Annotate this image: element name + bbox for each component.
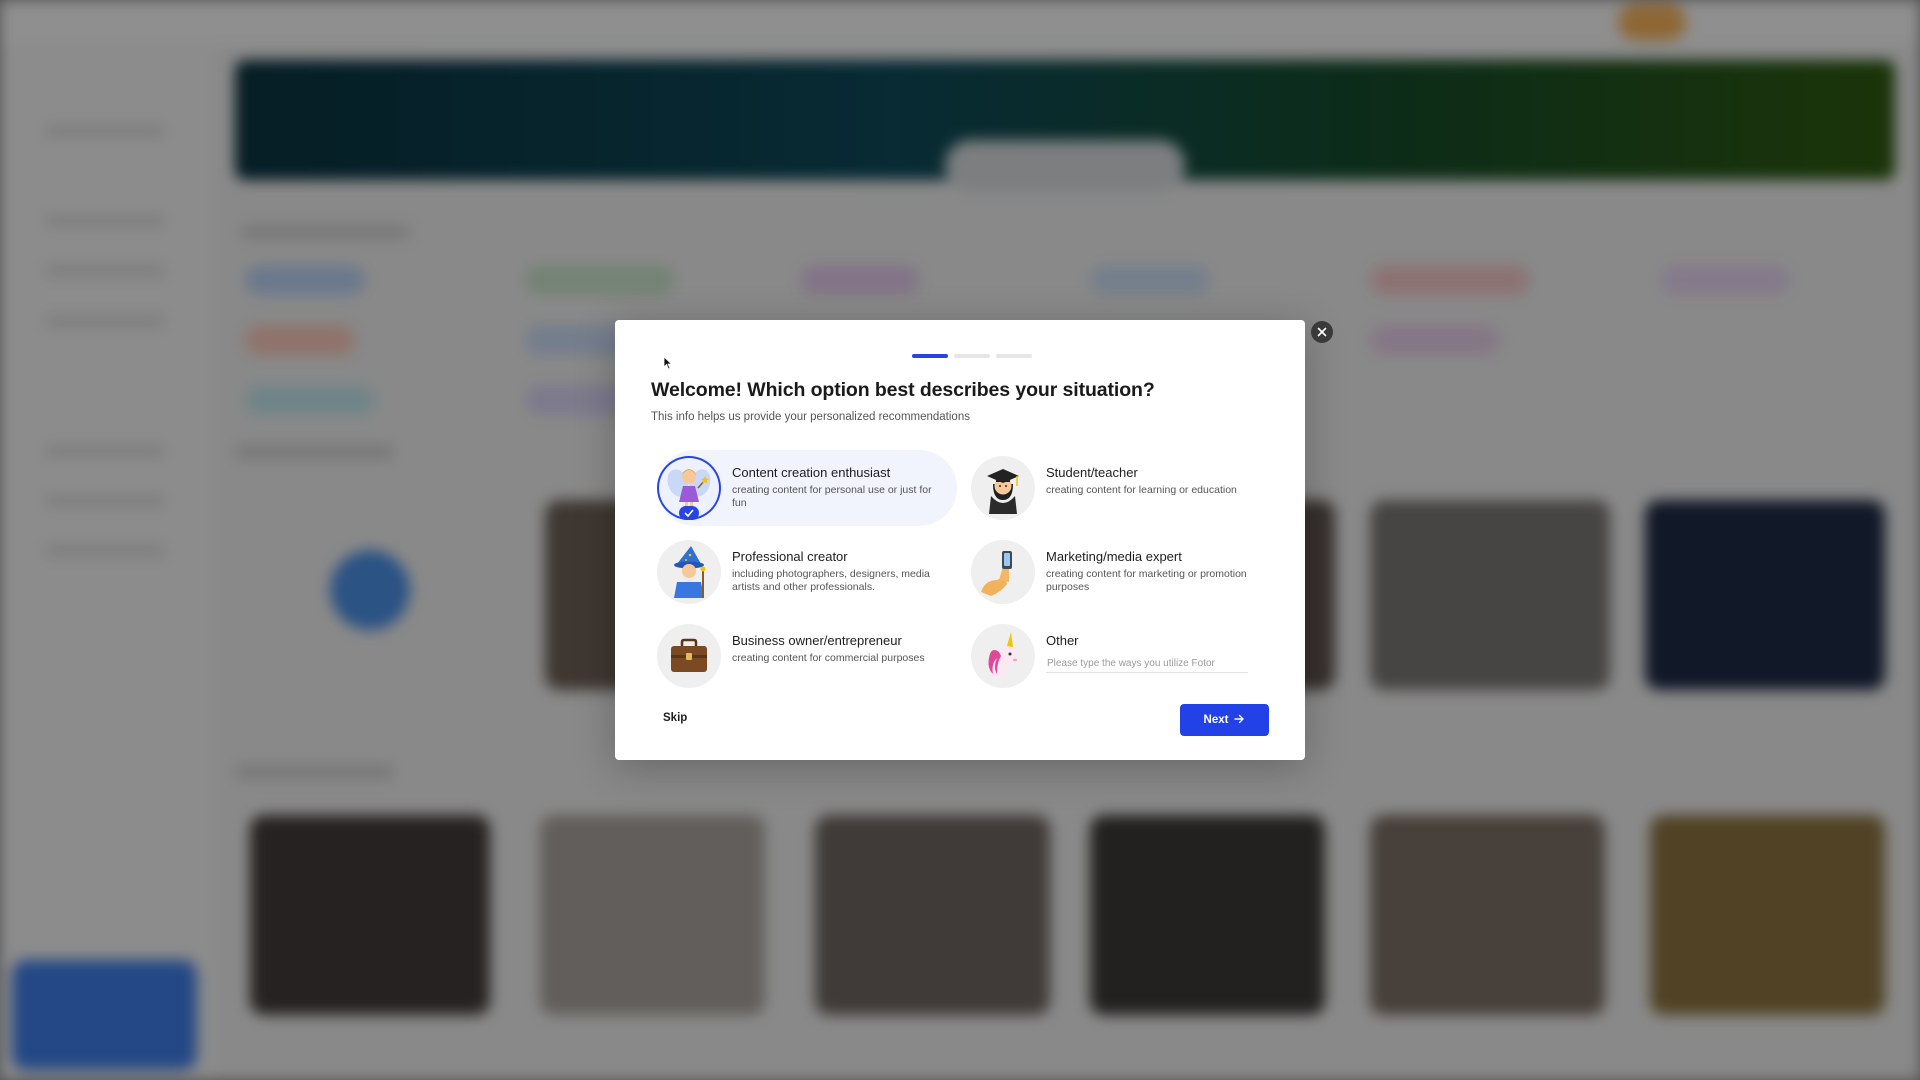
student-icon <box>971 456 1035 520</box>
progress-step-3 <box>996 354 1032 358</box>
mouse-cursor-icon <box>663 356 673 370</box>
next-button[interactable]: Next <box>1180 704 1269 736</box>
option-title: Other <box>1046 633 1079 648</box>
option-description: including photographers, designers, medi… <box>732 568 930 593</box>
option-business-owner[interactable]: Business owner/entrepreneur creating con… <box>657 618 957 694</box>
option-title: Marketing/media expert <box>1046 549 1182 564</box>
selected-check-icon <box>679 506 699 520</box>
next-button-label: Next <box>1203 714 1229 726</box>
modal-subtitle: This info helps us provide your personal… <box>651 411 970 423</box>
onboarding-modal: Welcome! Which option best describes you… <box>615 320 1305 760</box>
option-other[interactable]: Other <box>971 618 1271 694</box>
option-title: Business owner/entrepreneur <box>732 633 902 648</box>
option-professional-creator[interactable]: Professional creator including photograp… <box>657 534 957 610</box>
close-modal-button[interactable] <box>1311 321 1333 343</box>
unicorn-icon <box>971 624 1035 688</box>
option-title: Professional creator <box>732 549 848 564</box>
progress-step-2 <box>954 354 990 358</box>
briefcase-icon <box>657 624 721 688</box>
other-usage-input[interactable] <box>1046 654 1248 673</box>
progress-step-1 <box>912 354 948 358</box>
option-description: creating content for marketing or promot… <box>1046 568 1247 593</box>
option-description: creating content for personal use or jus… <box>732 484 932 509</box>
skip-button[interactable]: Skip <box>663 712 687 724</box>
option-student-teacher[interactable]: Student/teacher creating content for lea… <box>971 450 1271 526</box>
option-description: creating content for commercial purposes <box>732 652 925 664</box>
close-icon <box>1317 327 1327 337</box>
arrow-right-icon <box>1234 714 1245 727</box>
progress-steps <box>912 354 1032 358</box>
option-title: Student/teacher <box>1046 465 1138 480</box>
option-marketing-media-expert[interactable]: Marketing/media expert creating content … <box>971 534 1271 610</box>
selfie-icon <box>971 540 1035 604</box>
option-title: Content creation enthusiast <box>732 465 891 480</box>
modal-title: Welcome! Which option best describes you… <box>651 379 1155 401</box>
option-content-creation-enthusiast[interactable]: Content creation enthusiast creating con… <box>657 450 957 526</box>
option-description: creating content for learning or educati… <box>1046 484 1237 496</box>
wizard-icon <box>657 540 721 604</box>
